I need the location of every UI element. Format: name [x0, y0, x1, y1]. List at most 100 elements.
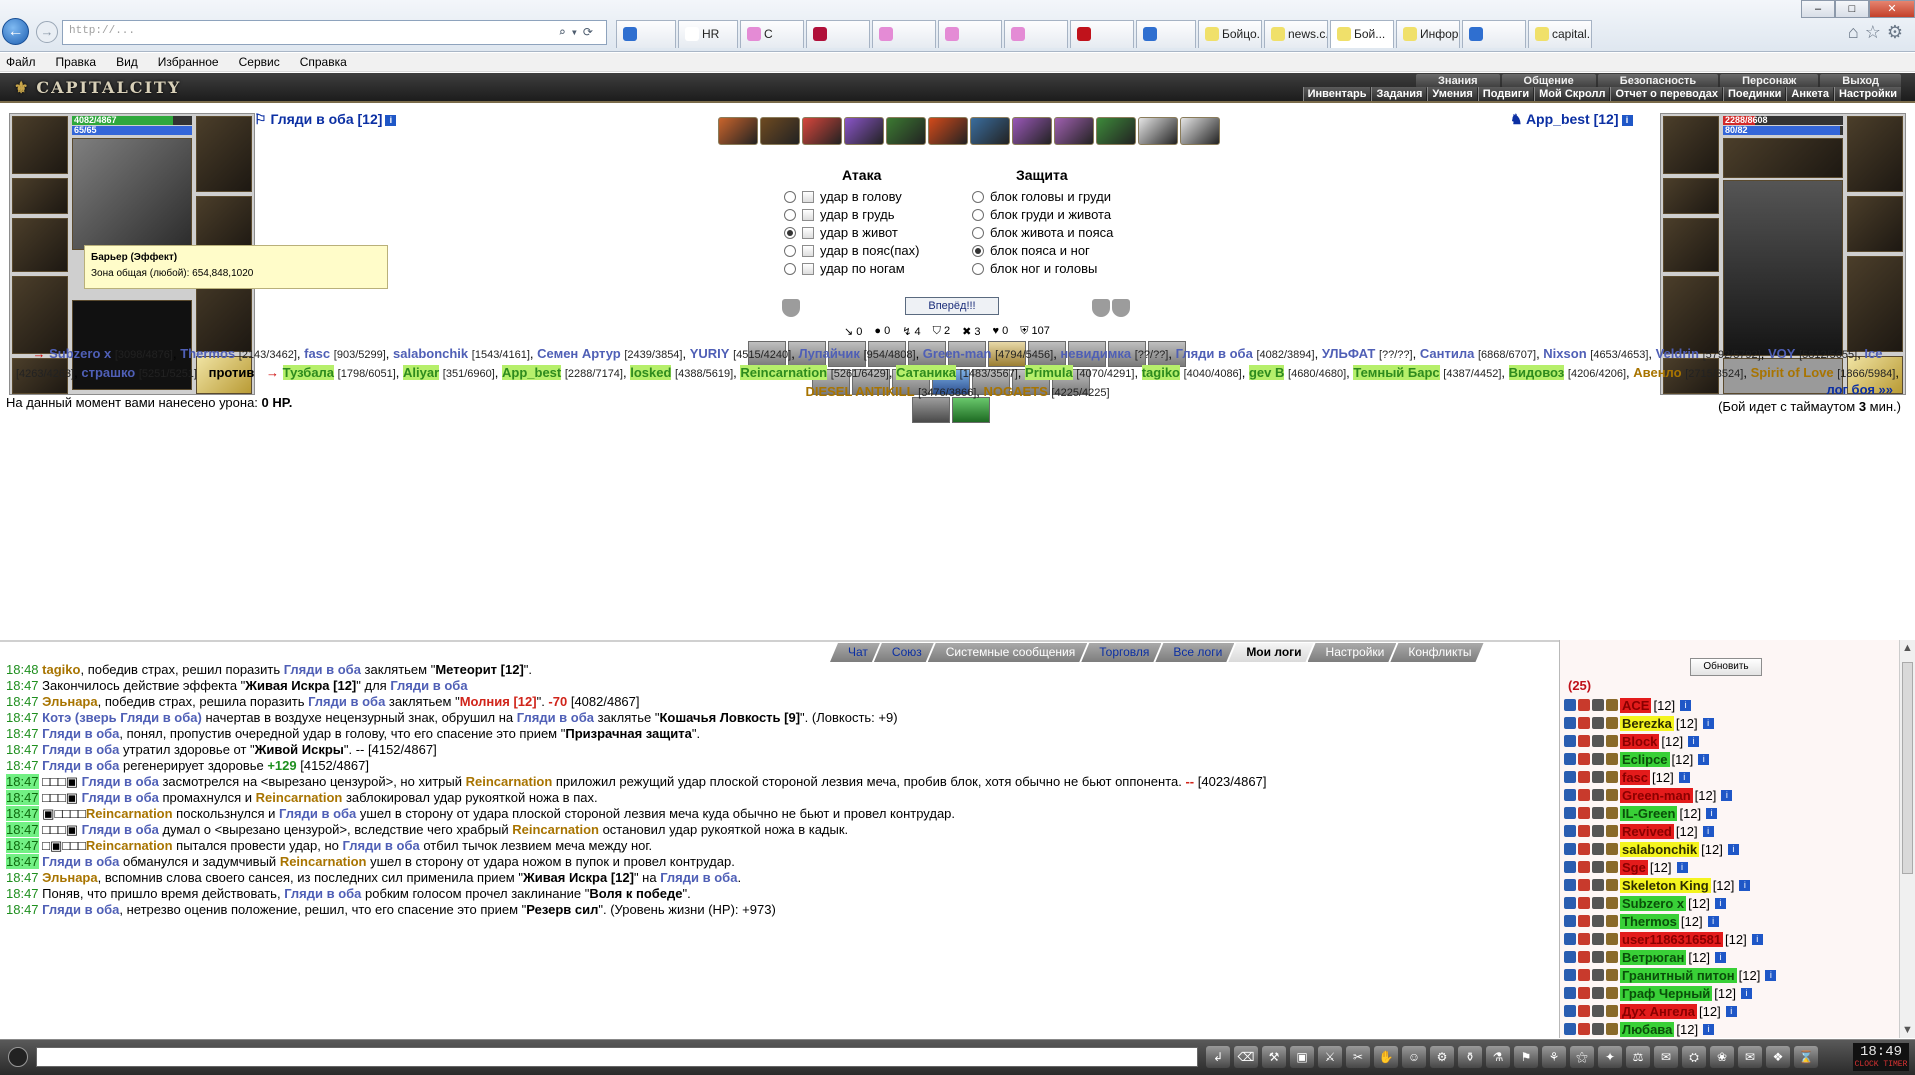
- online-player-name[interactable]: Ветрюган: [1620, 949, 1687, 965]
- online-player-name[interactable]: Block: [1620, 733, 1660, 749]
- online-player[interactable]: Граф Черный [12] i: [1564, 984, 1884, 1002]
- toolbar-icon[interactable]: ⚙: [1430, 1046, 1454, 1068]
- chat-nick[interactable]: Гляди в оба: [82, 774, 159, 789]
- chat-tab[interactable]: Конфликты: [1390, 643, 1483, 662]
- spell-slot[interactable]: [802, 117, 842, 145]
- chat-nick[interactable]: Reincarnation: [256, 790, 343, 805]
- chat-tab[interactable]: Все логи: [1155, 643, 1234, 662]
- online-player-name[interactable]: user1186316581: [1620, 931, 1724, 947]
- address-tools-icon[interactable]: ⌕▾⟳: [558, 25, 598, 40]
- go-button[interactable]: Вперёд!!!: [905, 297, 999, 315]
- top-nav-item[interactable]: Безопасность: [1597, 74, 1719, 88]
- chat-nick[interactable]: Гляди в оба: [42, 742, 119, 757]
- opp-rings-slot[interactable]: [1847, 116, 1903, 192]
- rings-slot[interactable]: [196, 116, 252, 192]
- home-star-gear-icons[interactable]: ⌂☆⚙: [1848, 22, 1909, 43]
- online-player[interactable]: Thermos [12] i: [1564, 912, 1884, 930]
- browser-tab[interactable]: Бой...: [1330, 20, 1394, 48]
- player-info-icon[interactable]: i: [1721, 789, 1733, 801]
- online-player[interactable]: Гранитный питон [12] i: [1564, 966, 1884, 984]
- team-two-member[interactable]: Spirit of Love: [1751, 365, 1834, 380]
- team-two-member[interactable]: Aliyar: [403, 365, 440, 380]
- menu-item[interactable]: Справка: [300, 53, 357, 71]
- chat-nick[interactable]: Гляди в оба: [284, 886, 361, 901]
- team-one-member[interactable]: Лупайчик: [798, 346, 859, 361]
- online-player-name[interactable]: salabonchik: [1620, 841, 1700, 857]
- team-two-member[interactable]: Темный Барс: [1353, 365, 1440, 380]
- scroll-up-icon[interactable]: ▲: [1902, 642, 1913, 654]
- scroll-down-icon[interactable]: ▼: [1902, 1024, 1913, 1036]
- online-player[interactable]: Sge [12] i: [1564, 858, 1884, 876]
- chat-tab[interactable]: Союз: [874, 643, 934, 662]
- team-one-member[interactable]: salabonchik: [393, 346, 468, 361]
- toolbar-icon[interactable]: ✦: [1598, 1046, 1622, 1068]
- menu-item[interactable]: Избранное: [158, 53, 229, 71]
- browser-tab[interactable]: Бойцо...: [1198, 20, 1262, 48]
- online-player[interactable]: Skeleton King [12] i: [1564, 876, 1884, 894]
- team-one-member[interactable]: Subzero x: [49, 346, 111, 361]
- chat-nick[interactable]: Reincarnation: [280, 854, 367, 869]
- browser-tab[interactable]: [938, 20, 1002, 48]
- top-nav-item[interactable]: Знания: [1416, 74, 1500, 88]
- team-two-member[interactable]: DIESEL ANTIKILL: [805, 384, 914, 399]
- spell-slot[interactable]: [886, 117, 926, 145]
- browser-tab[interactable]: [616, 20, 676, 48]
- online-player[interactable]: Ветрюган [12] i: [1564, 948, 1884, 966]
- scroll-thumb[interactable]: [1902, 662, 1913, 874]
- online-player-name[interactable]: Berezka: [1620, 715, 1674, 731]
- defense-radio[interactable]: [972, 208, 984, 221]
- opp-armor-slot[interactable]: [1663, 276, 1719, 354]
- toolbar-icon[interactable]: ❖: [1766, 1046, 1790, 1068]
- player-info-icon[interactable]: i: [1678, 771, 1690, 783]
- browser-tab[interactable]: [806, 20, 870, 48]
- team-one-member[interactable]: страшко: [81, 365, 135, 380]
- player-info-icon[interactable]: i: [1698, 753, 1710, 765]
- online-player[interactable]: Green-man [12] i: [1564, 786, 1884, 804]
- chat-tab[interactable]: Системные сообщения: [928, 643, 1088, 662]
- attack-radio[interactable]: [784, 190, 796, 203]
- chat-nick[interactable]: Гляди в оба: [42, 758, 119, 773]
- spell-slot[interactable]: [1180, 117, 1220, 145]
- back-button[interactable]: ←: [2, 18, 29, 45]
- team-one-member[interactable]: Гляди в оба: [1176, 346, 1253, 361]
- menu-item[interactable]: Файл: [6, 53, 46, 71]
- spell-slot[interactable]: [718, 117, 758, 145]
- sub-nav-item[interactable]: Умения: [1427, 87, 1477, 101]
- chat-nick[interactable]: Гляди в оба: [42, 902, 119, 917]
- fight-log-link[interactable]: лог боя »»: [1826, 382, 1893, 397]
- team-two-member[interactable]: gev B: [1248, 365, 1285, 380]
- sub-nav-item[interactable]: Поединки: [1722, 87, 1786, 101]
- toolbar-icon[interactable]: ☺: [1402, 1046, 1426, 1068]
- maximize-button[interactable]: □: [1835, 0, 1869, 18]
- attack-radio[interactable]: [784, 244, 796, 257]
- online-player-name[interactable]: Sge: [1620, 859, 1648, 875]
- browser-tab[interactable]: [872, 20, 936, 48]
- online-player-name[interactable]: Дух Ангела: [1620, 1003, 1698, 1019]
- toolbar-icon[interactable]: ✂: [1346, 1046, 1370, 1068]
- smile-icon[interactable]: [8, 1047, 28, 1067]
- team-two-member[interactable]: App_best: [502, 365, 562, 380]
- team-two-member[interactable]: Авенло: [1633, 365, 1681, 380]
- online-player-name[interactable]: Eclipce: [1620, 751, 1670, 767]
- opp-effects[interactable]: [1723, 138, 1843, 178]
- attack-radio[interactable]: [784, 226, 796, 239]
- online-player-name[interactable]: fasc: [1620, 769, 1651, 785]
- online-player-name[interactable]: ACE: [1620, 697, 1652, 713]
- team-one-member[interactable]: Сантила: [1420, 346, 1474, 361]
- browser-tab[interactable]: Инфор...: [1396, 20, 1460, 48]
- player-info-icon[interactable]: i: [1676, 861, 1688, 873]
- online-player[interactable]: user1186316581 [12] i: [1564, 930, 1884, 948]
- top-nav-item[interactable]: Персонаж: [1720, 74, 1819, 88]
- player-info-icon[interactable]: i: [1751, 933, 1763, 945]
- team-two-member[interactable]: losked: [630, 365, 672, 380]
- player-name[interactable]: ⚐ Гляди в оба [12] i: [254, 111, 397, 128]
- online-player[interactable]: Berezka [12] i: [1564, 714, 1884, 732]
- player-info-icon[interactable]: i: [1702, 717, 1714, 729]
- opp-offhand-slot[interactable]: [1847, 196, 1903, 252]
- attack-option[interactable]: удар в живот: [784, 225, 898, 240]
- top-nav-item[interactable]: Общение: [1501, 74, 1596, 88]
- sidebar-scrollbar[interactable]: ▲ ▼: [1899, 640, 1915, 1038]
- toolbar-icon[interactable]: ✉: [1738, 1046, 1762, 1068]
- game-logo[interactable]: CAPITALCITY: [14, 78, 181, 97]
- online-player-name[interactable]: Green-man: [1620, 787, 1693, 803]
